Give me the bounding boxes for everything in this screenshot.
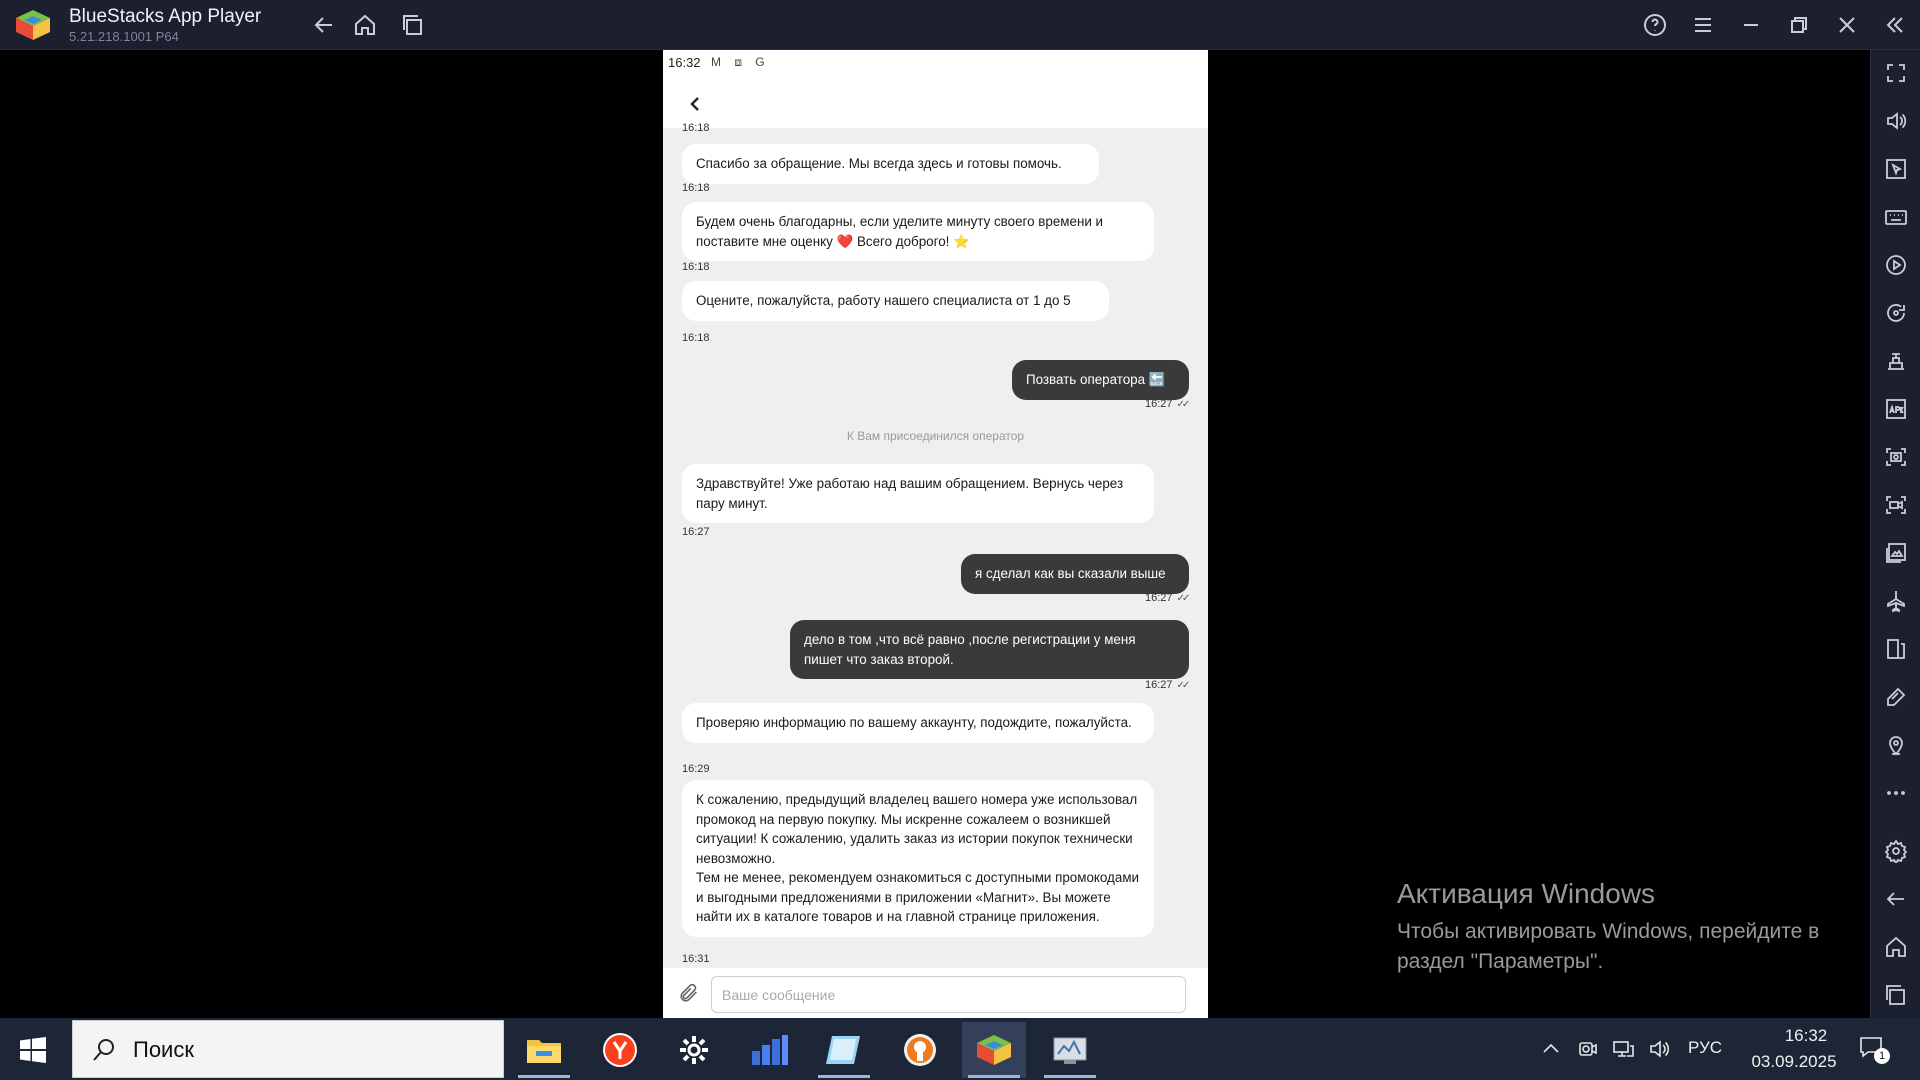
chat-app-bar xyxy=(663,80,1208,128)
multi-instance-manager-icon[interactable] xyxy=(1884,637,1908,661)
minimize-icon[interactable] xyxy=(1736,10,1766,40)
window-title: BlueStacks App Player xyxy=(69,6,262,27)
taskbar-search-box[interactable]: Поиск xyxy=(72,1020,504,1078)
message-timestamp-read: 16:27 ✓✓ xyxy=(1145,679,1191,691)
incoming-message: Проверяю информацию по вашему аккаунту, … xyxy=(682,703,1154,743)
message-time: 16:27 xyxy=(1145,679,1173,691)
file-explorer-icon[interactable] xyxy=(512,1022,576,1078)
android-screen: 16:32 M ⧈ G 16:18 Спасибо за обращение. … xyxy=(663,50,1208,1018)
notification-count-badge: 1 xyxy=(1874,1048,1890,1064)
settings-gear-icon[interactable] xyxy=(662,1022,726,1078)
volume-icon[interactable] xyxy=(1884,109,1908,133)
window-titlebar: BlueStacks App Player 5.21.218.1001 P64 xyxy=(0,0,1920,50)
home-icon[interactable] xyxy=(1884,935,1908,959)
message-input[interactable] xyxy=(711,976,1186,1013)
close-icon[interactable] xyxy=(1832,10,1862,40)
volume-icon[interactable] xyxy=(1648,1038,1670,1060)
incoming-message: Оцените, пожалуйста, работу нашего специ… xyxy=(682,281,1109,321)
app-running-indicator xyxy=(968,1075,1020,1078)
search-label: Поиск xyxy=(133,1037,194,1062)
notes-app-icon[interactable] xyxy=(812,1022,876,1078)
incoming-message: К сожалению, предыдущий владелец вашего … xyxy=(682,780,1154,937)
install-apk-icon[interactable] xyxy=(1884,397,1908,421)
chevron-up-icon[interactable] xyxy=(1540,1038,1562,1060)
bluestacks-icon[interactable] xyxy=(962,1022,1026,1078)
eco-mode-icon[interactable] xyxy=(1884,685,1908,709)
windows-activation-text: Чтобы активировать Windows, перейдите в … xyxy=(1397,920,1820,973)
outgoing-message: я сделал как вы сказали выше xyxy=(961,554,1189,594)
message-timestamp: 16:18 xyxy=(682,182,710,194)
outgoing-message: дело в том ,что всё равно ,после регистр… xyxy=(790,620,1189,679)
screen-cursor-icon[interactable] xyxy=(1884,157,1908,181)
bluestacks-logo-icon xyxy=(14,8,52,42)
message-timestamp: 16:31 xyxy=(682,953,710,965)
read-receipt-icon: ✓✓ xyxy=(1176,398,1191,410)
macro-record-icon[interactable] xyxy=(1884,253,1908,277)
airplane-mode-icon[interactable] xyxy=(1884,589,1908,613)
attach-file-icon[interactable] xyxy=(678,982,700,1004)
back-icon[interactable] xyxy=(1884,887,1908,911)
android-status-bar: 16:32 M ⧈ G xyxy=(663,50,1208,80)
more-icon[interactable] xyxy=(1884,781,1908,805)
incoming-message: Будем очень благодарны, если уделите мин… xyxy=(682,202,1154,261)
back-icon[interactable] xyxy=(309,10,339,40)
incoming-message: Спасибо за обращение. Мы всегда здесь и … xyxy=(682,144,1099,184)
message-composer xyxy=(663,968,1208,1018)
settings-icon[interactable] xyxy=(1884,839,1908,865)
chat-back-button[interactable] xyxy=(683,92,707,116)
status-notification-icons: M ⧈ G xyxy=(711,55,770,69)
app-running-indicator xyxy=(518,1075,570,1078)
read-receipt-icon: ✓✓ xyxy=(1176,592,1191,604)
location-icon[interactable] xyxy=(1884,733,1908,757)
recent-apps-icon[interactable] xyxy=(1884,983,1908,1007)
message-timestamp: 16:18 xyxy=(682,122,710,134)
message-timestamp: 16:27 xyxy=(682,526,710,538)
rotate-sync-icon[interactable] xyxy=(1884,301,1908,325)
screen-record-icon[interactable] xyxy=(1884,493,1908,517)
read-receipt-icon: ✓✓ xyxy=(1176,679,1191,691)
message-timestamp: 16:29 xyxy=(682,763,710,775)
windows-taskbar: Поиск РУС 16:32 03.09.2025 1 xyxy=(0,1018,1920,1080)
multi-instance-icon[interactable] xyxy=(398,10,428,40)
media-folder-icon[interactable] xyxy=(1884,541,1908,565)
network-monitor-icon[interactable] xyxy=(1038,1022,1102,1078)
game-controls-icon[interactable] xyxy=(1884,349,1908,373)
message-timestamp: 16:18 xyxy=(682,332,710,344)
status-time: 16:32 xyxy=(668,55,701,70)
network-icon[interactable] xyxy=(1612,1038,1634,1060)
home-icon[interactable] xyxy=(350,10,380,40)
restore-icon[interactable] xyxy=(1784,10,1814,40)
menu-icon[interactable] xyxy=(1688,10,1718,40)
webcam-icon[interactable] xyxy=(1576,1038,1598,1060)
app-running-indicator xyxy=(1044,1075,1096,1078)
windows-activation-title: Активация Windows xyxy=(1397,878,1656,909)
notification-center-icon[interactable]: 1 xyxy=(1858,1034,1890,1064)
outgoing-message: Позвать оператора 🔙 xyxy=(1012,360,1189,400)
message-time: 16:27 xyxy=(1145,398,1173,410)
message-timestamp-read: 16:27 ✓✓ xyxy=(1145,398,1191,410)
message-timestamp-read: 16:27 ✓✓ xyxy=(1145,592,1191,604)
message-timestamp: 16:18 xyxy=(682,261,710,273)
yandex-browser-icon[interactable] xyxy=(588,1022,652,1078)
bluestacks-sidebar xyxy=(1870,50,1920,1018)
chat-messages[interactable]: 16:18 Спасибо за обращение. Мы всегда зд… xyxy=(663,122,1208,968)
help-icon[interactable] xyxy=(1640,10,1670,40)
input-language[interactable]: РУС xyxy=(1688,1038,1722,1058)
taskbar-clock-time[interactable]: 16:32 xyxy=(1766,1026,1846,1046)
message-time: 16:27 xyxy=(1145,592,1173,604)
system-notice: К Вам присоединился оператор xyxy=(846,429,1025,443)
collapse-sidebar-icon[interactable] xyxy=(1880,10,1910,40)
app-version: 5.21.218.1001 P64 xyxy=(69,29,179,44)
chart-app-icon[interactable] xyxy=(738,1022,802,1078)
search-icon xyxy=(91,1037,117,1063)
vpn-app-icon[interactable] xyxy=(888,1022,952,1078)
app-running-indicator xyxy=(818,1075,870,1078)
keyboard-icon[interactable] xyxy=(1884,205,1908,229)
screenshot-icon[interactable] xyxy=(1884,445,1908,469)
taskbar-clock-date[interactable]: 03.09.2025 xyxy=(1742,1052,1846,1072)
windows-start-icon[interactable] xyxy=(20,1037,46,1063)
incoming-message: Здравствуйте! Уже работаю над вашим обра… xyxy=(682,464,1154,523)
fullscreen-icon[interactable] xyxy=(1884,61,1908,85)
